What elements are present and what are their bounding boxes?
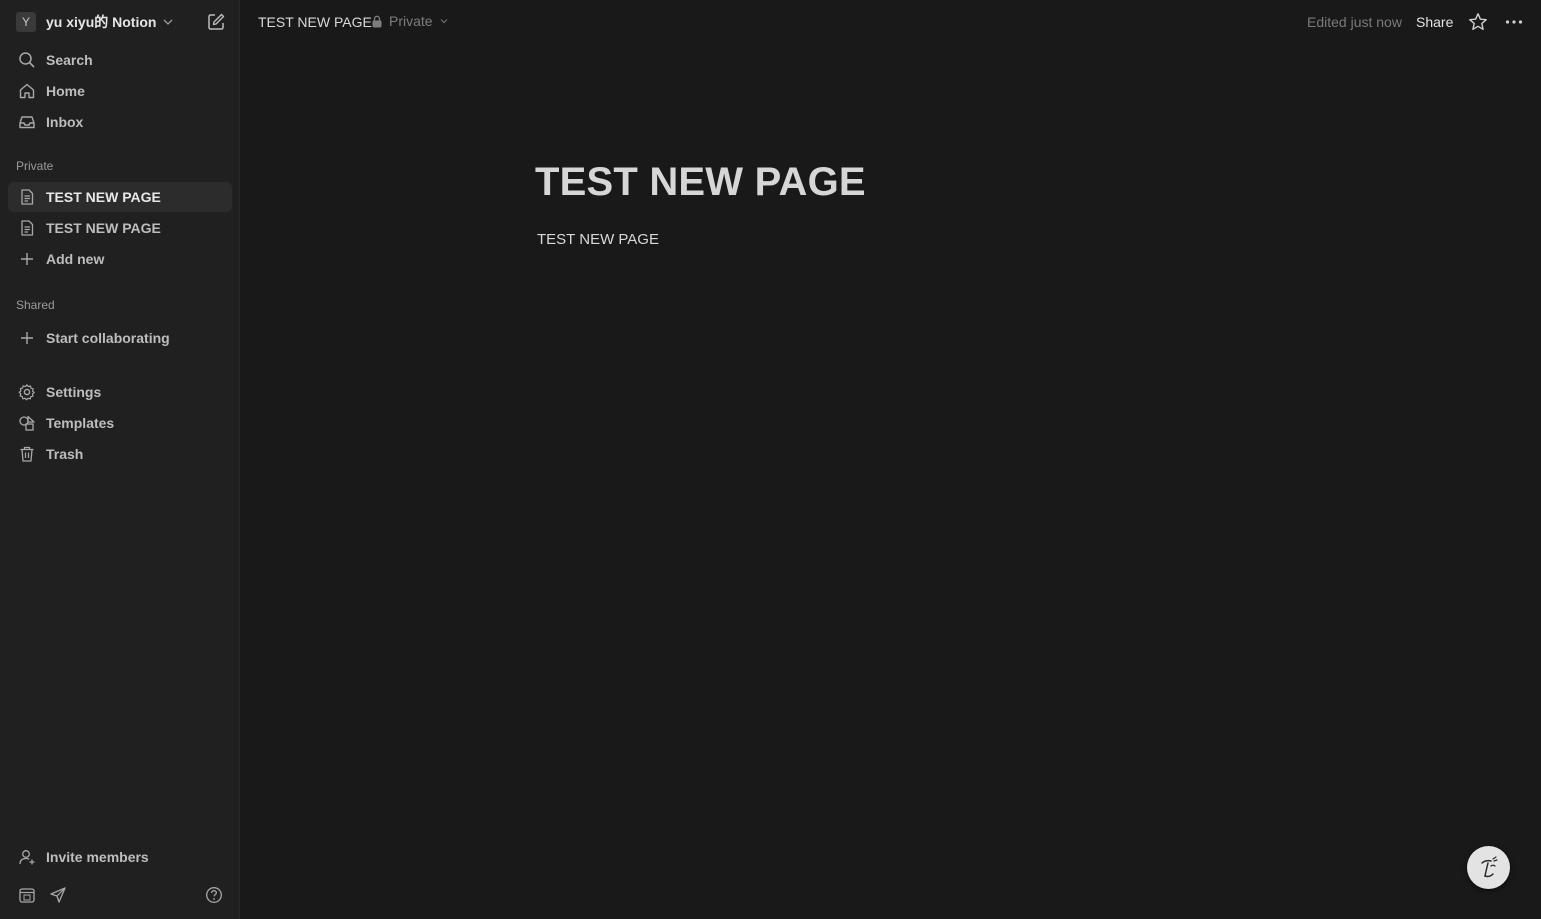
plus-icon [17, 328, 37, 348]
home-icon [17, 81, 37, 101]
sidebar-item-label: Invite members [46, 849, 149, 865]
text-block[interactable]: TEST NEW PAGE [537, 231, 659, 248]
sidebar: Y yu xiyu的 Notion Search Home Inbox Priv… [0, 0, 240, 919]
search-icon [17, 50, 37, 70]
sidebar-item-label: Trash [46, 446, 84, 462]
chevron-down-icon [440, 19, 448, 24]
sidebar-item-templates[interactable]: Templates [8, 408, 232, 438]
inbox-icon [17, 112, 37, 132]
page-icon [17, 218, 37, 238]
more-options-icon[interactable] [1503, 11, 1525, 33]
workspace-name: yu xiyu的 Notion [46, 14, 157, 30]
invite-members-button[interactable]: Invite members [8, 842, 232, 872]
sidebar-item-trash[interactable]: Trash [8, 439, 232, 469]
edited-status: Edited just now [1307, 14, 1402, 30]
add-person-icon [17, 847, 37, 867]
page-title[interactable]: TEST NEW PAGE [535, 160, 866, 205]
privacy-label: Private [389, 13, 433, 29]
sidebar-item-search[interactable]: Search [8, 45, 232, 75]
sidebar-page-item[interactable]: TEST NEW PAGE [8, 213, 232, 243]
notion-ai-face-icon [1480, 855, 1498, 877]
lock-icon [372, 15, 382, 27]
section-label-private: Private [16, 159, 54, 173]
help-icon[interactable] [204, 885, 224, 905]
sidebar-item-label: Search [46, 52, 93, 68]
gear-icon [17, 382, 37, 402]
star-icon[interactable] [1467, 11, 1489, 33]
templates-icon [17, 413, 37, 433]
notion-ai-button[interactable] [1467, 846, 1510, 889]
sidebar-item-label: Home [46, 83, 85, 99]
privacy-dropdown[interactable]: Private [371, 13, 449, 29]
page-icon [17, 187, 37, 207]
start-collaborating-button[interactable]: Start collaborating [8, 323, 232, 353]
sidebar-item-inbox[interactable]: Inbox [8, 107, 232, 137]
breadcrumb[interactable]: TEST NEW PAGE [258, 14, 372, 30]
sidebar-item-settings[interactable]: Settings [8, 377, 232, 407]
sidebar-item-label: Inbox [46, 114, 84, 130]
sidebar-item-label: Templates [46, 415, 115, 431]
sidebar-item-label: Add new [46, 251, 105, 267]
sidebar-item-home[interactable]: Home [8, 76, 232, 106]
send-icon[interactable] [48, 885, 68, 905]
sidebar-footer [0, 882, 240, 908]
sidebar-item-label: TEST NEW PAGE [46, 220, 161, 236]
sidebar-item-label: TEST NEW PAGE [46, 189, 161, 205]
section-label-shared: Shared [16, 298, 55, 312]
sidebar-item-label: Settings [46, 384, 102, 400]
sidebar-page-item[interactable]: TEST NEW PAGE [8, 182, 232, 212]
workspace-avatar: Y [16, 12, 36, 32]
add-new-page-button[interactable]: Add new [8, 244, 232, 274]
calendar-icon[interactable] [17, 885, 37, 905]
chevron-down-icon [163, 19, 173, 25]
plus-icon [17, 249, 37, 269]
workspace-switcher[interactable]: Y yu xiyu的 Notion [8, 9, 232, 35]
new-page-icon[interactable] [206, 12, 226, 32]
sidebar-item-label: Start collaborating [46, 330, 170, 346]
trash-icon [17, 444, 37, 464]
share-button[interactable]: Share [1416, 14, 1453, 30]
topbar: TEST NEW PAGE Private Edited just now Sh… [240, 0, 1541, 44]
